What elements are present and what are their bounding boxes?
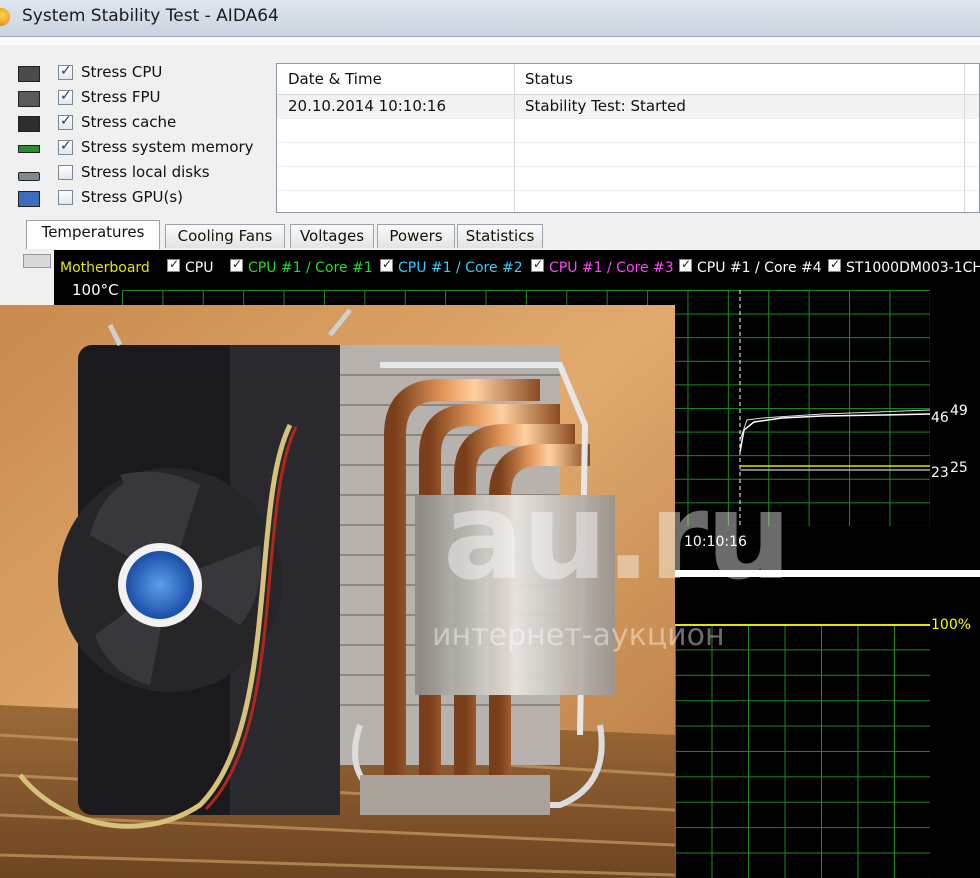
cpu-icon xyxy=(18,66,40,82)
readout-value: 49 xyxy=(950,403,968,419)
column-divider xyxy=(964,64,965,212)
legend-item[interactable]: CPU xyxy=(185,257,213,279)
stress-option-label: Stress CPU xyxy=(81,63,163,81)
legend-checkbox[interactable]: ✓ xyxy=(230,257,243,272)
log-cell-date: 20.10.2014 10:10:16 xyxy=(288,97,447,115)
stress-option-label: Stress GPU(s) xyxy=(81,188,184,206)
window-title: System Stability Test - AIDA64 xyxy=(22,6,279,26)
disk-icon xyxy=(18,172,40,181)
legend-checkbox[interactable]: ✓ xyxy=(679,257,692,272)
stress-option[interactable]: ✓ Stress CPU xyxy=(18,63,278,85)
graph-scroll-thumb[interactable] xyxy=(23,254,51,268)
stress-option[interactable]: ✓ Stress cache xyxy=(18,113,278,135)
column-header-date-time[interactable]: Date & Time xyxy=(277,64,514,94)
legend-checkbox[interactable]: ✓ xyxy=(167,257,180,272)
check-icon: ✓ xyxy=(533,257,544,271)
legend-item[interactable]: Motherboard xyxy=(60,257,150,279)
check-icon: ✓ xyxy=(681,257,692,271)
watermark-subtitle: интернет-аукцион xyxy=(432,618,725,653)
stress-option[interactable]: ✓ Stress FPU xyxy=(18,88,278,110)
check-icon: ✓ xyxy=(169,257,180,271)
readout-value: 46 xyxy=(931,410,949,426)
readout-value: 25 xyxy=(950,460,968,476)
legend-checkbox[interactable]: ✓ xyxy=(380,257,393,272)
stress-option-label: Stress local disks xyxy=(81,163,210,181)
stress-option[interactable]: Stress GPU(s) xyxy=(18,188,278,210)
check-icon: ✓ xyxy=(232,257,243,271)
readout-value: 23 xyxy=(931,465,949,481)
title-bar: System Stability Test - AIDA64 xyxy=(0,0,980,37)
legend-item[interactable]: CPU #1 / Core #4 xyxy=(697,257,822,279)
tab-cooling-fans[interactable]: Cooling Fans xyxy=(165,224,285,248)
toolbar-strip xyxy=(0,37,980,45)
log-cell-status: Stability Test: Started xyxy=(525,97,686,115)
column-header-status[interactable]: Status xyxy=(514,64,974,94)
stress-option[interactable]: Stress local disks xyxy=(18,163,278,185)
log-row-empty xyxy=(277,143,979,167)
legend-item[interactable]: ST1000DM003-1CH1 xyxy=(846,257,980,279)
check-icon: ✓ xyxy=(60,88,72,104)
log-row-empty xyxy=(277,167,979,191)
status-log-table[interactable]: Date & Time Status 20.10.2014 10:10:16 S… xyxy=(276,63,980,213)
legend-item[interactable]: CPU #1 / Core #2 xyxy=(398,257,523,279)
legend-checkbox[interactable]: ✓ xyxy=(531,257,544,272)
legend-item[interactable]: CPU #1 / Core #3 xyxy=(549,257,674,279)
y-axis-max-label: 100°C xyxy=(72,281,119,299)
legend-checkbox[interactable]: ✓ xyxy=(828,257,841,272)
log-row-empty xyxy=(277,119,979,143)
usage-plot xyxy=(675,624,930,626)
log-header: Date & Time Status xyxy=(277,64,979,95)
check-icon: ✓ xyxy=(60,138,72,154)
usage-grid xyxy=(675,624,930,878)
stress-checkbox[interactable]: ✓ xyxy=(58,138,73,155)
aida64-app-icon[interactable] xyxy=(0,8,10,26)
log-row[interactable]: 20.10.2014 10:10:16 Stability Test: Star… xyxy=(277,95,979,119)
fpu-icon xyxy=(18,91,40,107)
stress-option-label: Stress system memory xyxy=(81,138,254,156)
check-icon: ✓ xyxy=(382,257,393,271)
check-icon: ✓ xyxy=(60,113,72,129)
series-line-cpu xyxy=(739,413,930,453)
check-icon: ✓ xyxy=(830,257,841,271)
tab-voltages[interactable]: Voltages xyxy=(290,224,374,248)
stress-checkbox[interactable] xyxy=(58,165,73,180)
watermark-logo: au.ru xyxy=(443,468,792,607)
stress-checkbox[interactable]: ✓ xyxy=(58,113,73,130)
stress-checkbox[interactable]: ✓ xyxy=(58,88,73,105)
stress-checkbox[interactable]: ✓ xyxy=(58,63,73,80)
usage-max-label: 100% xyxy=(931,617,972,633)
stress-option-label: Stress FPU xyxy=(81,88,161,106)
tab-powers[interactable]: Powers xyxy=(377,224,455,248)
column-divider xyxy=(514,64,515,212)
gpu-icon xyxy=(18,191,40,207)
check-icon: ✓ xyxy=(60,63,72,79)
legend-item[interactable]: CPU #1 / Core #1 xyxy=(248,257,373,279)
tab-temperatures[interactable]: Temperatures xyxy=(26,220,160,249)
stress-option-label: Stress cache xyxy=(81,113,177,131)
tab-statistics[interactable]: Statistics xyxy=(457,224,543,248)
cache-icon xyxy=(18,116,40,132)
stress-checkbox[interactable] xyxy=(58,190,73,205)
memory-icon xyxy=(18,145,40,153)
stress-option[interactable]: ✓ Stress system memory xyxy=(18,138,278,160)
